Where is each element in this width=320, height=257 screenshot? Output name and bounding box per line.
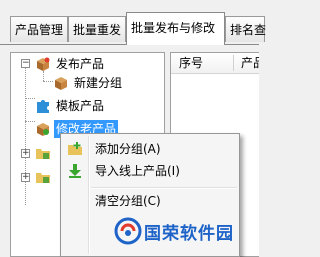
tree-node-label: 模板产品	[56, 99, 105, 113]
watermark-text: 国荣软件园	[144, 224, 234, 244]
menu-item-import-online-products[interactable]: 导入线上产品(I)	[63, 160, 237, 182]
watermark-logo-icon	[114, 217, 142, 245]
menu-item-label: 导入线上产品(I)	[95, 164, 180, 178]
tree-connector	[25, 98, 35, 99]
column-header-product[interactable]: 产品	[233, 53, 259, 73]
import-icon	[69, 164, 81, 178]
tree-node-label: 发布产品	[56, 57, 105, 71]
watermark: 国荣软件园	[110, 217, 259, 247]
tree-connector	[25, 65, 26, 205]
tab-bar: 产品管理 批量重发 批量发布与修改 排名查	[0, 0, 266, 46]
menu-item-add-group[interactable]: 添加分组(A)	[63, 138, 237, 160]
tab-batch-resend[interactable]: 批量重发	[68, 16, 126, 42]
list-header: 序号 产品	[171, 53, 259, 74]
tree-connector	[25, 121, 35, 122]
tab-product-management[interactable]: 产品管理	[10, 16, 68, 42]
add-group-icon	[68, 142, 82, 155]
menu-item-clear-group[interactable]: 清空分组(C)	[63, 190, 237, 212]
menu-item-label: 清空分组(C)	[95, 194, 161, 208]
folder-icon	[36, 149, 50, 159]
box-icon	[55, 77, 67, 90]
folder-icon	[36, 173, 50, 183]
tree-connector	[43, 81, 53, 82]
box-icon	[37, 123, 49, 136]
column-header-index[interactable]: 序号	[171, 53, 233, 73]
menu-item-label: 添加分组(A)	[95, 142, 161, 156]
expand-toggle[interactable]: +	[21, 173, 30, 182]
puzzle-icon	[37, 100, 49, 113]
tree-node-label: 新建分组	[74, 76, 123, 90]
collapse-toggle[interactable]: −	[21, 59, 30, 68]
tree-connector	[43, 71, 44, 81]
tab-ranking[interactable]: 排名查	[225, 16, 266, 42]
box-icon	[37, 57, 50, 71]
menu-separator	[91, 187, 237, 189]
expand-toggle[interactable]: +	[21, 149, 30, 158]
tab-batch-publish-modify[interactable]: 批量发布与修改	[126, 12, 225, 45]
